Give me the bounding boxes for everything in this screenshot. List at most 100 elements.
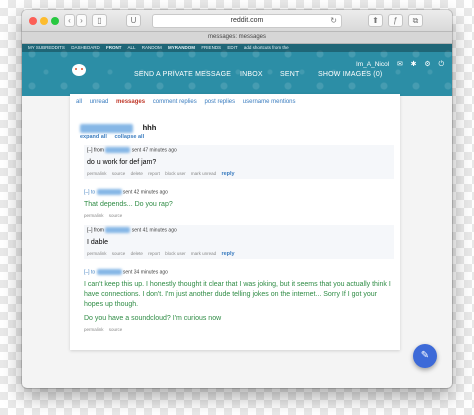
redacted-username[interactable]: xxxxxxxxxx	[105, 147, 131, 153]
delete-link[interactable]: delete	[131, 171, 143, 176]
redacted-username[interactable]: xxxxxxxxxx	[96, 269, 122, 275]
source-link[interactable]: source	[112, 171, 126, 176]
message-time: sent 34 minutes ago	[122, 269, 168, 276]
delete-link[interactable]: delete	[131, 251, 143, 256]
message-time: sent 41 minutes ago	[131, 227, 177, 234]
mail-icon[interactable]: ✉	[397, 61, 403, 68]
power-icon[interactable]: ⏻	[438, 61, 444, 68]
permalink-link[interactable]: permalink	[87, 251, 107, 256]
message-body: I can't keep this up. I honestly thought…	[84, 281, 391, 309]
report-link[interactable]: report	[148, 251, 160, 256]
message-header: [–] from xxxxxxxxxx sent 41 minutes ago	[87, 227, 391, 233]
sent-link[interactable]: SENT	[280, 71, 299, 78]
message-body: That depends... Do you rap?	[84, 201, 173, 209]
block-user-link[interactable]: block user	[165, 251, 186, 256]
username-link[interactable]: Im_A_Nicol	[356, 61, 389, 68]
reply-link[interactable]: reply	[221, 251, 234, 257]
sr-link[interactable]: FRIENDS	[201, 45, 221, 50]
messages-panel: all unread messages comment replies post…	[70, 94, 400, 350]
reply-link[interactable]: reply	[221, 171, 234, 177]
message-body: do u work for def jam?	[87, 159, 157, 167]
close-window-button[interactable]	[29, 17, 37, 25]
tab-title[interactable]: messages: messages	[22, 32, 452, 44]
message-item: [–] from xxxxxxxxxx sent 41 minutes ago …	[84, 225, 394, 260]
source-link[interactable]: source	[112, 251, 126, 256]
redacted-username[interactable]: xxxxxxxxxx	[96, 189, 122, 195]
message-body: I dable	[87, 239, 109, 247]
inbox-link[interactable]: INBOX	[240, 71, 263, 78]
message-item: [–] to xxxxxxxxxx sent 42 minutes ago Th…	[84, 189, 394, 218]
direction-label: to	[90, 189, 96, 196]
message-subtabs: all unread messages comment replies post…	[76, 99, 302, 105]
address-bar[interactable]: reddit.com ↻	[152, 14, 342, 28]
permalink-link[interactable]: permalink	[87, 171, 107, 176]
tabs-overview-icon[interactable]: ⧉	[408, 14, 423, 27]
mark-unread-link[interactable]: mark unread	[191, 251, 216, 256]
extension-icon[interactable]: U	[126, 14, 141, 27]
reload-icon[interactable]: ↻	[330, 15, 337, 27]
tab-comment-replies[interactable]: comment replies	[153, 99, 197, 105]
message-time: sent 47 minutes ago	[131, 147, 177, 154]
thread-title: hhh	[142, 123, 157, 132]
minimize-window-button[interactable]	[40, 17, 48, 25]
direction-label: from	[93, 147, 104, 154]
direction-label: to	[90, 269, 96, 276]
zoom-window-button[interactable]	[51, 17, 59, 25]
message-header: [–] from xxxxxxxxxx sent 47 minutes ago	[87, 147, 391, 153]
sr-link[interactable]: FRONT	[106, 45, 122, 50]
block-user-link[interactable]: block user	[165, 171, 186, 176]
forward-button[interactable]: ›	[76, 14, 87, 27]
sr-link[interactable]: MY SUBREDDITS	[28, 45, 65, 50]
font-icon[interactable]: ƒ	[388, 14, 403, 27]
show-images-link[interactable]: SHOW IMAGES (0)	[318, 71, 382, 78]
redacted-username[interactable]: xxxxxxxxxxxxxx	[80, 123, 133, 133]
tab-username-mentions[interactable]: username mentions	[243, 99, 296, 105]
source-link[interactable]: source	[109, 213, 123, 218]
collapse-all-link[interactable]: collapse all	[114, 134, 144, 140]
compose-button[interactable]: ✎	[413, 344, 437, 368]
mark-unread-link[interactable]: mark unread	[191, 171, 216, 176]
sr-link[interactable]: RANDOM	[142, 45, 162, 50]
message-time: sent 42 minutes ago	[122, 189, 168, 196]
direction-label: from	[93, 227, 104, 234]
source-link[interactable]: source	[109, 327, 123, 332]
settings-icon[interactable]: ⚙	[424, 61, 430, 68]
reddit-header: MY SUBREDDITS DASHBOARD FRONT ALL RANDOM…	[22, 44, 452, 96]
message-header: [–] to xxxxxxxxxx sent 42 minutes ago	[84, 189, 394, 195]
sr-link[interactable]: ALL	[128, 45, 136, 50]
thread-controls: expand all collapse all	[80, 134, 150, 140]
tab-post-replies[interactable]: post replies	[204, 99, 235, 105]
sidebar-icon[interactable]: ▯	[92, 14, 107, 27]
sr-link[interactable]: EDIT	[227, 45, 237, 50]
report-link[interactable]: report	[148, 171, 160, 176]
collapse-toggle[interactable]: [–]	[87, 147, 93, 153]
pencil-icon: ✎	[420, 350, 430, 361]
message-actions: permalink source delete report block use…	[87, 251, 391, 257]
sr-link[interactable]: DASHBOARD	[71, 45, 100, 50]
tab-messages[interactable]: messages	[116, 99, 145, 105]
redacted-username[interactable]: xxxxxxxxxx	[105, 227, 131, 233]
share-icon[interactable]: ⬆	[368, 14, 383, 27]
message-header: [–] to xxxxxxxxxx sent 34 minutes ago	[84, 269, 394, 275]
message-item: [–] to xxxxxxxxxx sent 34 minutes ago I …	[84, 269, 394, 332]
collapse-toggle[interactable]: [–]	[87, 227, 93, 233]
thread-subject: xxxxxxxxxxxxxx hhh	[80, 123, 156, 133]
subreddit-bar: MY SUBREDDITS DASHBOARD FRONT ALL RANDOM…	[22, 44, 452, 52]
tab-all[interactable]: all	[76, 99, 82, 105]
browser-toolbar: ‹ › ▯ U reddit.com ↻ ⬆ ƒ ⧉	[22, 10, 452, 32]
collapse-toggle[interactable]: [–]	[84, 269, 90, 275]
message-item: [–] from xxxxxxxxxx sent 47 minutes ago …	[84, 145, 394, 180]
sr-link[interactable]: MYRANDOM	[168, 45, 195, 50]
permalink-link[interactable]: permalink	[84, 327, 104, 332]
collapse-toggle[interactable]: [–]	[84, 189, 90, 195]
reddit-logo[interactable]	[72, 64, 86, 76]
expand-all-link[interactable]: expand all	[80, 134, 107, 140]
back-button[interactable]: ‹	[64, 14, 75, 27]
permalink-link[interactable]: permalink	[84, 213, 104, 218]
sr-link[interactable]: add shortcuts from the	[244, 45, 289, 50]
send-private-message-link[interactable]: SEND A PRIVATE MESSAGE	[134, 71, 231, 78]
message-actions: permalink source	[84, 327, 394, 332]
tools-icon[interactable]: ✱	[411, 61, 417, 68]
tab-unread[interactable]: unread	[90, 99, 109, 105]
browser-window: ‹ › ▯ U reddit.com ↻ ⬆ ƒ ⧉ messages: mes…	[22, 10, 452, 388]
